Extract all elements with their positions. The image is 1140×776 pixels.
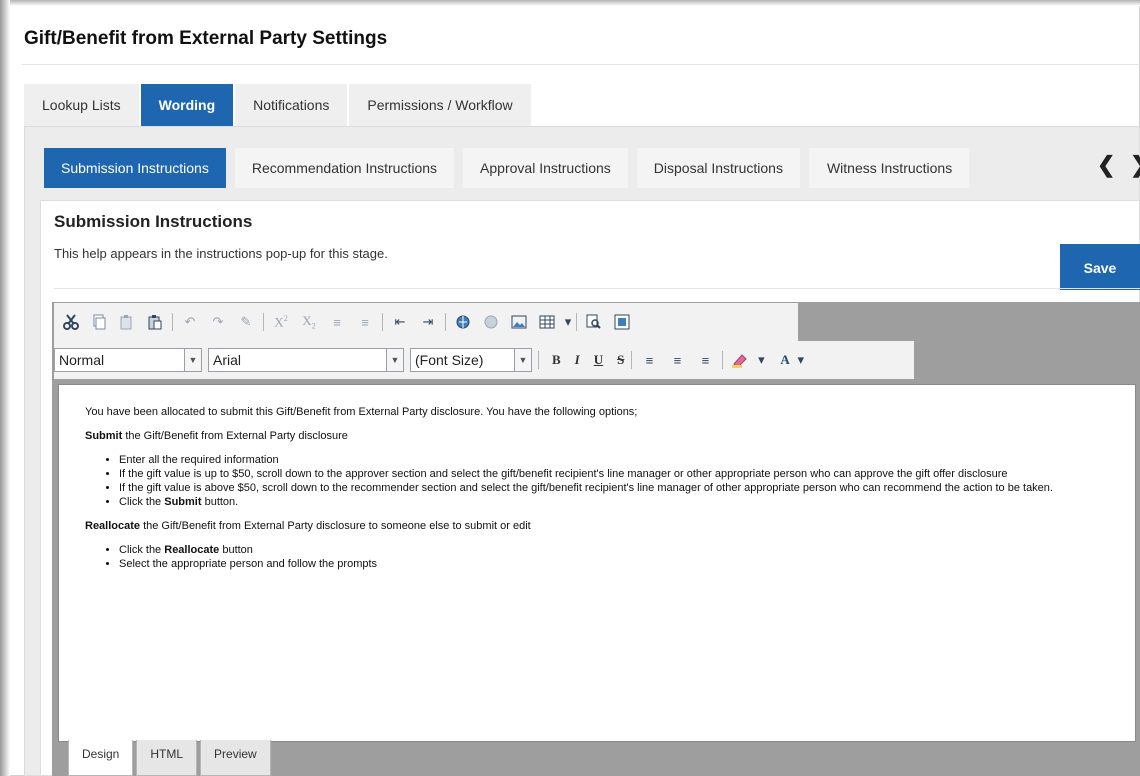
editor-toolbar-row-2: Normal ▼ Arial ▼ (Font Size) ▼ B I U S ≡… — [54, 341, 914, 379]
undo-icon[interactable]: ↶ — [179, 311, 201, 333]
click-prefix: Click the — [119, 544, 165, 556]
font-family-value: Arial — [213, 352, 242, 368]
chevron-down-icon[interactable]: ▼ — [514, 349, 531, 371]
submit-heading-text: the Gift/Benefit from External Party dis… — [122, 430, 348, 442]
toolbar-separator — [631, 351, 633, 369]
insert-link-icon[interactable] — [452, 311, 474, 333]
tabs-scroll-left-icon[interactable]: ❮ — [1097, 152, 1115, 178]
paste-text-icon[interactable] — [144, 311, 166, 333]
font-color-dropdown-icon[interactable]: ▾ — [797, 349, 805, 371]
chevron-down-icon[interactable]: ▼ — [184, 349, 201, 371]
font-size-select[interactable]: (Font Size) ▼ — [410, 348, 532, 372]
tab-notifications[interactable]: Notifications — [235, 84, 350, 126]
list-item: Click the Reallocate button — [119, 543, 1135, 557]
intro-paragraph: You have been allocated to submit this G… — [85, 406, 638, 418]
remove-link-icon[interactable] — [480, 311, 502, 333]
subtab-disposal-instructions[interactable]: Disposal Instructions — [636, 148, 800, 188]
reallocate-heading: Reallocate the Gift/Benefit from Externa… — [85, 519, 1135, 533]
italic-button[interactable]: I — [575, 352, 580, 368]
cut-icon[interactable] — [60, 311, 82, 333]
superscript-icon[interactable]: X2 — [270, 311, 292, 333]
toolbar-separator — [538, 351, 539, 369]
editor-design-area[interactable]: You have been allocated to submit this G… — [58, 384, 1136, 742]
paste-icon[interactable] — [116, 311, 138, 333]
outdent-icon[interactable]: ⇤ — [389, 311, 411, 333]
submit-options-list: Enter all the required information If th… — [85, 453, 1135, 509]
highlight-color-icon[interactable] — [729, 349, 751, 371]
mode-tab-design[interactable]: Design — [68, 740, 134, 776]
format-painter-icon[interactable]: ✎ — [235, 311, 257, 333]
insert-image-icon[interactable] — [508, 311, 530, 333]
tab-permissions-workflow[interactable]: Permissions / Workflow — [349, 84, 533, 126]
bold-button[interactable]: B — [552, 352, 561, 368]
list-item: Select the appropriate person and follow… — [119, 557, 1135, 571]
toolbar-separator — [722, 351, 724, 369]
submit-heading: Submit the Gift/Benefit from External Pa… — [85, 429, 1135, 443]
subscript-icon[interactable]: X2 — [298, 311, 320, 333]
redo-icon[interactable]: ↷ — [207, 311, 229, 333]
section-title: Submission Instructions — [54, 212, 253, 231]
click-suffix: button. — [201, 496, 239, 508]
editor-mode-tabs: Design HTML Preview — [68, 740, 274, 776]
list-item: If the gift value is above $50, scroll d… — [119, 481, 1135, 495]
window-left-shadow — [0, 0, 10, 776]
mode-tab-preview[interactable]: Preview — [200, 740, 271, 776]
highlight-dropdown-icon[interactable]: ▾ — [757, 349, 765, 371]
mode-tab-html[interactable]: HTML — [136, 740, 198, 776]
ordered-list-icon[interactable]: ≡ — [326, 311, 348, 333]
reallocate-options-list: Click the Reallocate button Select the a… — [85, 543, 1135, 571]
page-title: Gift/Benefit from External Party Setting… — [24, 28, 388, 49]
main-tabs: Lookup Lists Wording Notifications Permi… — [24, 84, 533, 126]
font-family-select[interactable]: Arial ▼ — [208, 348, 404, 372]
font-size-value: (Font Size) — [415, 352, 484, 368]
chevron-down-icon[interactable]: ▼ — [386, 349, 403, 371]
underline-button[interactable]: U — [594, 352, 603, 368]
strikethrough-button[interactable]: S — [617, 352, 624, 368]
click-prefix: Click the — [119, 496, 165, 508]
submit-heading-bold: Submit — [85, 430, 123, 442]
toolbar-separator — [382, 313, 383, 331]
font-color-icon[interactable]: A — [780, 352, 789, 368]
title-divider — [22, 64, 1140, 65]
reallocate-bold: Reallocate — [164, 544, 220, 556]
window-top-shadow — [0, 0, 1140, 6]
find-icon[interactable] — [583, 311, 605, 333]
indent-icon[interactable]: ⇥ — [417, 311, 439, 333]
save-button[interactable]: Save — [1060, 244, 1140, 290]
tab-lookup-lists[interactable]: Lookup Lists — [24, 84, 141, 126]
paragraph-format-value: Normal — [59, 352, 105, 368]
toolbar-separator — [445, 313, 446, 331]
copy-icon[interactable] — [88, 311, 110, 333]
reallocate-heading-text: the Gift/Benefit from External Party dis… — [140, 520, 531, 532]
fullscreen-icon[interactable] — [611, 311, 633, 333]
subtab-recommendation-instructions[interactable]: Recommendation Instructions — [234, 148, 455, 188]
subtab-witness-instructions[interactable]: Witness Instructions — [808, 148, 969, 188]
subtab-approval-instructions[interactable]: Approval Instructions — [463, 148, 628, 188]
toolbar-separator — [576, 313, 577, 331]
tabs-scroll-right-icon[interactable]: ❯ — [1130, 152, 1140, 178]
table-dropdown-icon[interactable]: ▾ — [564, 311, 572, 333]
paragraph-format-select[interactable]: Normal ▼ — [54, 348, 202, 372]
toolbar-separator — [172, 313, 173, 331]
list-item: Click the Submit button. — [119, 495, 1135, 509]
tab-wording[interactable]: Wording — [140, 84, 236, 126]
reallocate-heading-bold: Reallocate — [85, 520, 141, 532]
align-right-icon[interactable]: ≡ — [694, 349, 716, 371]
insert-table-icon[interactable] — [536, 311, 558, 333]
settings-window: Gift/Benefit from External Party Setting… — [0, 0, 1140, 776]
bulleted-list-icon[interactable]: ≡ — [354, 311, 376, 333]
section-description: This help appears in the instructions po… — [54, 246, 388, 261]
editor-toolbar-row-1: ↶ ↷ ✎ X2 X2 ≡ ≡ ⇤ ⇥ ▾ — [54, 303, 798, 341]
click-suffix: button — [219, 544, 253, 556]
list-item: Enter all the required information — [119, 453, 1135, 467]
instruction-tabs: Submission Instructions Recommendation I… — [44, 148, 978, 188]
subtab-submission-instructions[interactable]: Submission Instructions — [44, 148, 226, 188]
align-left-icon[interactable]: ≡ — [638, 349, 660, 371]
toolbar-separator — [263, 313, 264, 331]
section-divider — [54, 288, 1140, 289]
list-item: If the gift value is up to $50, scroll d… — [119, 467, 1135, 481]
submit-bold: Submit — [164, 496, 202, 508]
align-center-icon[interactable]: ≡ — [666, 349, 688, 371]
